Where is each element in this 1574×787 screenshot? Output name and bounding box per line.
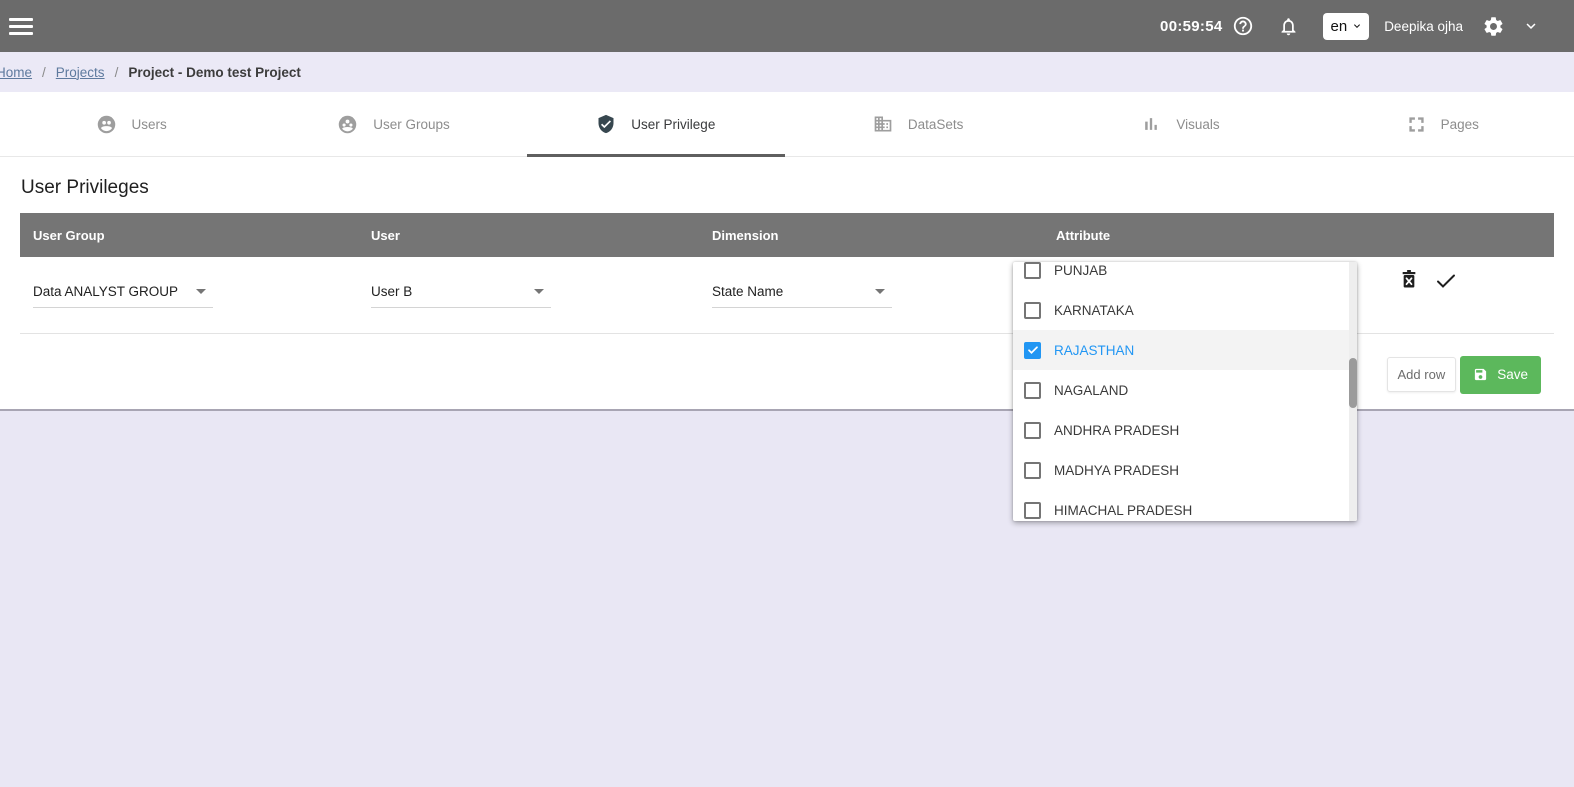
user-value: User B [371,284,413,299]
breadcrumb-home-link[interactable]: Home [0,65,32,80]
tab-visuals[interactable]: Visuals [1049,92,1311,156]
attribute-option[interactable]: MADHYA PRADESH [1013,450,1357,490]
attribute-option-label: HIMACHAL PRADESH [1054,502,1193,518]
attribute-dropdown-options: PUNJAB KARNATAKA RAJASTHAN NAGALAND ANDH… [1013,262,1357,521]
confirm-check-icon[interactable] [1433,269,1459,293]
page-title: User Privileges [21,177,149,198]
dropdown-arrow-icon [875,289,885,294]
attribute-option[interactable]: NAGALAND [1013,370,1357,410]
attribute-option[interactable]: RAJASTHAN [1013,330,1357,370]
dropdown-arrow-icon [534,289,544,294]
datasets-building-icon [874,116,892,132]
settings-gear-icon[interactable] [1482,15,1505,38]
dimension-select[interactable]: State Name [712,282,892,308]
language-value: en [1330,17,1348,35]
session-timer: 00:59:54 [1160,17,1223,35]
tab-pages[interactable]: Pages [1312,92,1574,156]
save-button[interactable]: Save [1460,355,1541,394]
tab-label: Users [131,116,167,132]
checkbox-icon[interactable] [1024,421,1041,439]
attribute-option[interactable]: PUNJAB [1013,262,1357,290]
checkbox-icon[interactable] [1024,501,1041,519]
attribute-option-label: RAJASTHAN [1054,342,1135,358]
checkbox-icon[interactable] [1024,301,1041,319]
tab-label: Visuals [1176,116,1220,132]
shield-check-icon [598,114,614,134]
tab-users[interactable]: Users [0,92,262,156]
user-group-cell: Data ANALYST GROUP [20,257,358,333]
breadcrumb-projects-link[interactable]: Projects [56,65,105,80]
tab-label: DataSets [907,116,964,132]
checkbox-icon[interactable] [1024,381,1041,399]
attribute-option[interactable]: KARNATAKA [1013,290,1357,330]
breadcrumb-current-page: Project - Demo test Project [128,64,301,80]
attribute-dropdown-panel: PUNJAB KARNATAKA RAJASTHAN NAGALAND ANDH… [1013,262,1357,521]
user-group-select[interactable]: Data ANALYST GROUP [33,282,213,308]
notifications-bell-icon[interactable] [1278,16,1299,37]
project-tabs: Users User Groups User Privilege DataSet… [0,92,1574,157]
help-icon[interactable] [1232,15,1254,37]
add-row-button[interactable]: Add row [1386,357,1457,392]
current-user-name: Deepika ojha [1384,18,1463,34]
row-actions [1384,257,1554,333]
topbar: 00:59:54 en Deepika ojha [0,0,1574,52]
tab-label: User Privilege [631,116,716,132]
delete-row-icon[interactable] [1399,269,1419,291]
dropdown-scrollbar[interactable] [1349,262,1357,521]
bar-chart-icon [1145,118,1158,130]
checkbox-icon[interactable] [1024,341,1041,359]
dropdown-arrow-icon [196,289,206,294]
attribute-option-label: MADHYA PRADESH [1054,462,1180,478]
attribute-option-label: NAGALAND [1054,382,1129,398]
tab-user-privilege[interactable]: User Privilege [525,92,787,157]
column-header-dimension: Dimension [712,227,779,243]
checkbox-icon[interactable] [1024,461,1041,479]
chevron-down-icon [1354,24,1361,28]
tab-label: Pages [1440,116,1479,132]
menu-hamburger-icon[interactable] [9,14,33,39]
breadcrumb-separator: / [42,64,46,80]
pages-corners-icon [1409,116,1424,132]
attribute-option[interactable]: HIMACHAL PRADESH [1013,490,1357,521]
column-header-user: User [371,227,400,243]
attribute-option-label: KARNATAKA [1054,302,1134,318]
checkbox-icon[interactable] [1024,262,1041,279]
dimension-value: State Name [712,284,784,299]
breadcrumb-separator: / [114,64,119,80]
language-select[interactable]: en [1322,12,1370,40]
users-circle-icon [97,115,115,133]
save-floppy-icon [1475,368,1487,381]
user-group-value: Data ANALYST GROUP [33,284,179,299]
user-cell: User B [358,257,699,333]
save-button-label: Save [1497,367,1528,382]
attribute-option[interactable]: ANDHRA PRADESH [1013,410,1357,450]
account-chevron-down-icon[interactable] [1522,17,1540,35]
privileges-table-header: User Group User Dimension Attribute [20,213,1554,257]
breadcrumb: Home / Projects / Project - Demo test Pr… [0,52,1574,92]
active-tab-underline [526,154,785,157]
tab-user-groups[interactable]: User Groups [262,92,524,156]
column-header-attribute: Attribute [1056,227,1111,243]
user-select[interactable]: User B [371,282,551,308]
tab-datasets[interactable]: DataSets [787,92,1049,156]
dimension-cell: State Name [699,257,1043,333]
attribute-option-label: PUNJAB [1054,262,1108,278]
topbar-right: 00:59:54 en Deepika ojha [1160,12,1574,40]
dropdown-scrollbar-thumb[interactable] [1349,358,1357,408]
tab-label: User Groups [373,116,450,132]
attribute-option-label: ANDHRA PRADESH [1054,422,1180,438]
column-header-user-group: User Group [33,227,105,243]
user-groups-circle-icon [338,115,357,133]
